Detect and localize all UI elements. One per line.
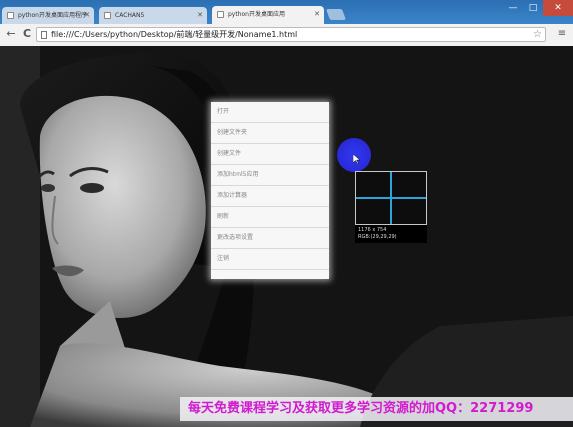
menu-icon[interactable]: ≡ xyxy=(557,28,567,40)
menu-item-open[interactable]: 打开 xyxy=(211,102,329,123)
window-controls: — □ ✕ xyxy=(503,0,573,18)
tab-3-active[interactable]: python开发桌面应用 ✕ xyxy=(212,6,324,24)
tab-2[interactable]: CACHAN5 ✕ xyxy=(99,7,207,24)
menu-item-add-html5-app[interactable]: 添加html5应用 xyxy=(211,165,329,186)
address-bar[interactable]: file:///C:/Users/python/Desktop/前端/轻量级开发… xyxy=(36,27,546,42)
menu-item-logout[interactable]: 注销 xyxy=(211,249,329,270)
promo-banner: 每天免费课程学习及获取更多学习资源的加QQ：2271299 xyxy=(180,397,573,421)
menu-item-add-calculator[interactable]: 添加计算器 xyxy=(211,186,329,207)
bookmark-star-icon[interactable]: ☆ xyxy=(533,28,542,41)
browser-toolbar: ← C file:///C:/Users/python/Desktop/前端/轻… xyxy=(0,24,573,47)
mouse-cursor-icon xyxy=(353,154,361,164)
back-button[interactable]: ← xyxy=(4,27,18,41)
minimize-button[interactable]: — xyxy=(503,0,523,16)
menu-item-refresh[interactable]: 刷新 xyxy=(211,207,329,228)
menu-item-create-folder[interactable]: 创建文件夹 xyxy=(211,123,329,144)
context-menu: 打开 创建文件夹 创建文件 添加html5应用 添加计算器 刷新 更改选项设置 … xyxy=(211,102,329,279)
tab-1[interactable]: python开发桌面应用程序 ✕ xyxy=(2,7,94,24)
color-picker-magnifier xyxy=(355,171,427,225)
page-icon xyxy=(41,31,47,39)
page-icon xyxy=(217,11,224,18)
crosshair-vertical xyxy=(390,172,392,224)
url-text: file:///C:/Users/python/Desktop/前端/轻量级开发… xyxy=(51,30,298,39)
new-tab-button[interactable] xyxy=(325,9,347,20)
close-window-button[interactable]: ✕ xyxy=(543,0,573,16)
tab-strip: python开发桌面应用程序 ✕ CACHAN5 ✕ python开发桌面应用 … xyxy=(0,0,573,24)
close-icon[interactable]: ✕ xyxy=(314,6,320,23)
page-icon xyxy=(7,12,14,19)
close-icon[interactable]: ✕ xyxy=(84,7,90,24)
page-icon xyxy=(104,12,111,19)
magnifier-rgb-text: RGB:(29,29,29) xyxy=(358,234,397,240)
browser-window: python开发桌面应用程序 ✕ CACHAN5 ✕ python开发桌面应用 … xyxy=(0,0,573,427)
tab-label: CACHAN5 xyxy=(115,12,145,19)
menu-item-create-file[interactable]: 创建文件 xyxy=(211,144,329,165)
reload-button[interactable]: C xyxy=(20,27,34,41)
magnifier-size-text: 1176 x 754 xyxy=(358,227,387,233)
tab-label: python开发桌面应用程序 xyxy=(18,12,87,19)
maximize-button[interactable]: □ xyxy=(523,0,543,16)
tab-label: python开发桌面应用 xyxy=(228,11,285,18)
magnifier-info: 1176 x 754 RGB:(29,29,29) xyxy=(355,225,427,243)
page-content[interactable]: 打开 创建文件夹 创建文件 添加html5应用 添加计算器 刷新 更改选项设置 … xyxy=(0,46,573,427)
close-icon[interactable]: ✕ xyxy=(197,7,203,24)
menu-item-change-settings[interactable]: 更改选项设置 xyxy=(211,228,329,249)
